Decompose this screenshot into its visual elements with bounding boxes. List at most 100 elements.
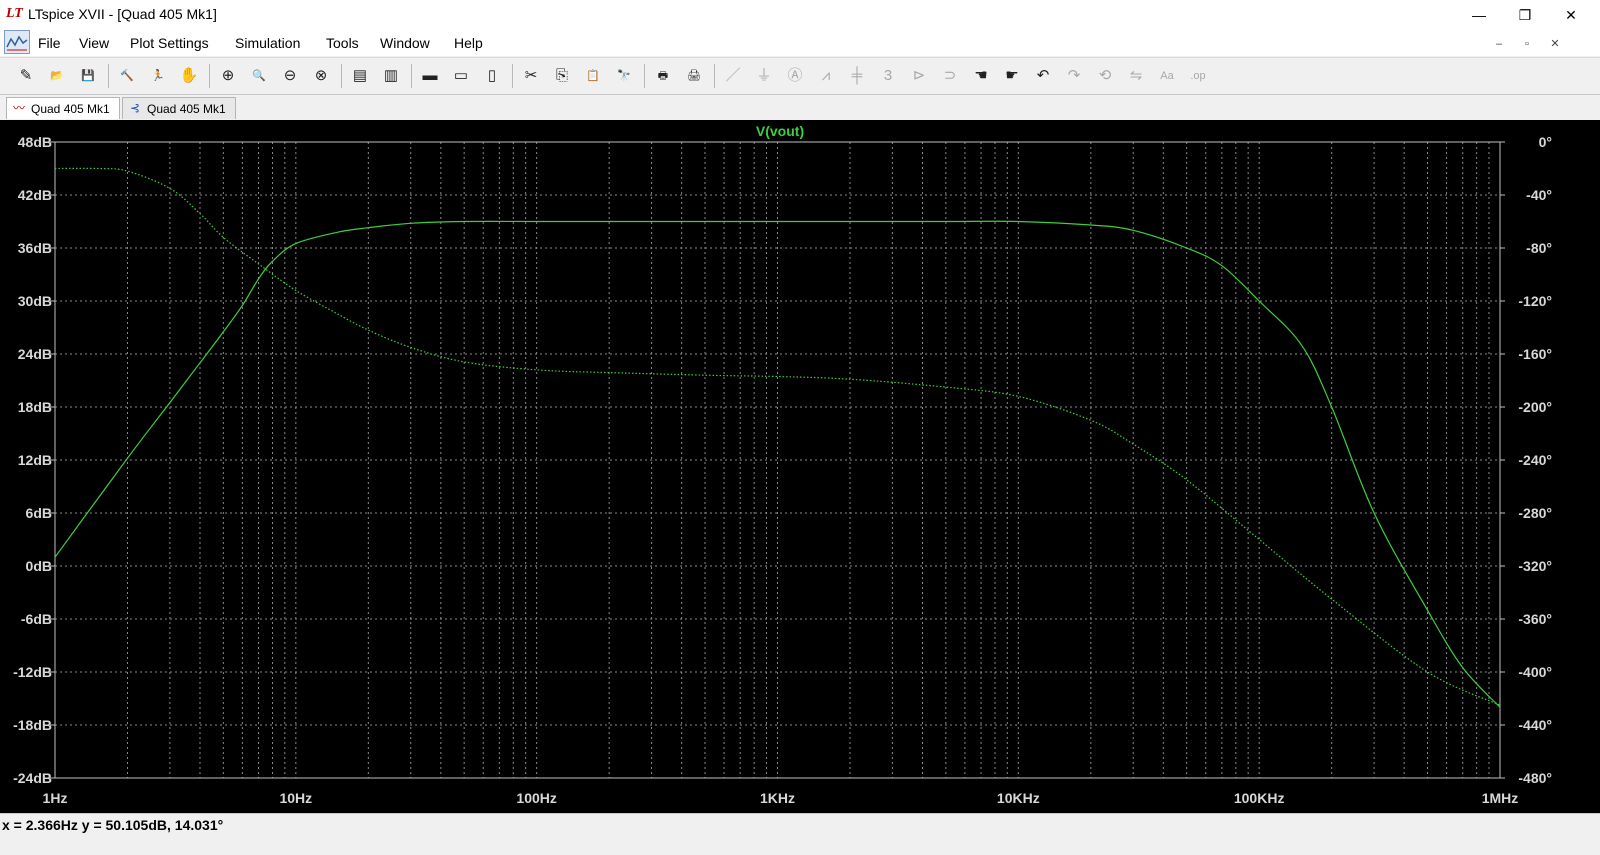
zoom-fit-icon[interactable]: ⊗ [309, 64, 333, 88]
status-bar: x = 2.366Hz y = 50.105dB, 14.031° [0, 813, 1600, 855]
cascade-icon[interactable]: ▭ [449, 64, 473, 88]
open-folder-icon[interactable]: 📂 [45, 64, 69, 88]
text-icon[interactable]: Aa [1155, 64, 1179, 88]
right-axis-tick-label: -40° [1526, 187, 1552, 203]
left-axis-tick-label: 36dB [18, 240, 52, 256]
ground-icon[interactable]: ⏚ [752, 64, 776, 88]
left-axis-tick-label: 6dB [26, 505, 52, 521]
move-icon[interactable]: ☚ [969, 64, 993, 88]
undo-icon[interactable]: ↶ [1031, 64, 1055, 88]
tab-label: Quad 405 Mk1 [31, 102, 110, 116]
tab-schematic[interactable]: ⊰ Quad 405 Mk1 [122, 97, 236, 119]
redo-icon[interactable]: ↷ [1062, 64, 1086, 88]
zoom-in-icon[interactable]: ⊕ [216, 64, 240, 88]
rotate-icon[interactable]: ⟲ [1093, 64, 1117, 88]
inductor-icon[interactable]: 3 [876, 64, 900, 88]
capacitor-icon[interactable]: ╪ [845, 64, 869, 88]
menu-help[interactable]: Help [454, 35, 483, 51]
toolbar-separator [644, 64, 645, 88]
tab-label: Quad 405 Mk1 [147, 102, 226, 116]
left-axis-tick-label: 30dB [18, 293, 52, 309]
tile-horizontal-icon[interactable]: ▬ [418, 64, 442, 88]
window-title: LTspice XVII - [Quad 405 Mk1] [28, 6, 217, 22]
close-button[interactable]: ✕ [1548, 0, 1594, 30]
autorange-icon[interactable]: ▤ [348, 64, 372, 88]
print-icon[interactable]: 🖶 [651, 64, 675, 88]
tab-waveform[interactable]: 〰 Quad 405 Mk1 [6, 97, 120, 119]
x-axis-tick-label: 1KHz [760, 790, 795, 806]
toolbar-separator [341, 64, 342, 88]
toolbar-separator [714, 64, 715, 88]
zoom-back-icon[interactable]: ⊖ [278, 64, 302, 88]
schematic-icon: ⊰ [129, 101, 141, 115]
menu-simulation[interactable]: Simulation [235, 35, 300, 51]
trace-title[interactable]: V(vout) [756, 123, 804, 139]
spice-directive-icon[interactable]: .op [1186, 64, 1210, 88]
minimize-button[interactable]: — [1456, 0, 1502, 30]
left-axis-tick-label: 48dB [18, 134, 52, 150]
right-axis-tick-label: -400° [1518, 664, 1552, 680]
left-axis-tick-label: 18dB [18, 399, 52, 415]
menu-tools[interactable]: Tools [326, 35, 359, 51]
mirror-icon[interactable]: ⇋ [1124, 64, 1148, 88]
control-panel-icon[interactable]: 🔨 [115, 64, 139, 88]
restore-button[interactable]: ❐ [1502, 0, 1548, 30]
left-axis-tick-label: -6dB [21, 611, 52, 627]
ltspice-logo-icon: LT [6, 6, 23, 21]
right-axis-tick-label: 0° [1539, 134, 1552, 150]
left-axis-tick-label: 24dB [18, 346, 52, 362]
toolbar-separator [108, 64, 109, 88]
wire-icon[interactable]: ／ [721, 64, 745, 88]
mdi-minimize-button[interactable]: – [1490, 36, 1508, 52]
menu-view[interactable]: View [79, 35, 109, 51]
component-icon[interactable]: ⊃ [938, 64, 962, 88]
paste-icon[interactable]: 📋 [581, 64, 605, 88]
cursor-readout: x = 2.366Hz y = 50.105dB, 14.031° [2, 817, 224, 833]
toolbar-separator [411, 64, 412, 88]
x-axis-tick-label: 10KHz [997, 790, 1040, 806]
menu-window[interactable]: Window [380, 35, 430, 51]
toolbar: ✎ 📂 💾 🔨 🏃 ✋ ⊕ 🔍 ⊖ ⊗ ▤ ▥ ▬ ▭ ▯ ✂ ⎘ 📋 🔭 🖶 🖨 ／ ⏚ Ⓐ ⩘ ╪ 3 ⊳ ⊃ ☚ ☛ ↶ ↷ ⟲ ⇋ Aa .op [0, 57, 1600, 95]
right-axis-tick-label: -200° [1518, 399, 1552, 415]
left-axis-tick-label: -18dB [13, 717, 52, 733]
bode-plot[interactable]: -24dB -18dB -12dB -6dB 0dB 6dB 12dB 18dB 24dB 30d… [0, 120, 1600, 813]
x-axis-tick-label: 100KHz [1234, 790, 1285, 806]
diode-icon[interactable]: ⊳ [907, 64, 931, 88]
left-axis-tick-label: 12dB [18, 452, 52, 468]
resistor-icon[interactable]: ⩘ [814, 64, 838, 88]
left-axis-tick-label: -24dB [13, 770, 52, 786]
mdi-restore-button[interactable]: ▫ [1518, 36, 1536, 52]
cut-icon[interactable]: ✂ [519, 64, 543, 88]
right-axis-tick-label: -280° [1518, 505, 1552, 521]
right-axis-tick-label: -320° [1518, 558, 1552, 574]
waveform-window-icon[interactable] [4, 30, 30, 54]
tile-vertical-icon[interactable]: ▯ [480, 64, 504, 88]
save-icon[interactable]: 💾 [76, 64, 100, 88]
find-icon[interactable]: 🔭 [612, 64, 636, 88]
right-axis-tick-label: -80° [1526, 240, 1552, 256]
halt-icon[interactable]: ✋ [177, 64, 201, 88]
waveform-plot-pane[interactable]: -24dB -18dB -12dB -6dB 0dB 6dB 12dB 18dB 24dB 30d… [0, 120, 1600, 813]
drag-icon[interactable]: ☛ [1000, 64, 1024, 88]
fft-icon[interactable]: ▥ [379, 64, 403, 88]
x-axis-tick-label: 10Hz [279, 790, 312, 806]
title-bar: LT LTspice XVII - [Quad 405 Mk1] — ❐ ✕ [0, 0, 1600, 30]
right-axis-tick-label: -360° [1518, 611, 1552, 627]
label-icon[interactable]: Ⓐ [783, 64, 807, 88]
x-axis-tick-label: 100Hz [516, 790, 556, 806]
left-axis-tick-label: -12dB [13, 664, 52, 680]
menu-bar: File View Plot Settings Simulation Tools… [0, 30, 1600, 56]
new-schematic-icon[interactable]: ✎ [14, 64, 38, 88]
menu-file[interactable]: File [38, 35, 61, 51]
run-icon[interactable]: 🏃 [146, 64, 170, 88]
mdi-close-button[interactable]: ✕ [1546, 36, 1564, 52]
copy-icon[interactable]: ⎘ [550, 64, 574, 88]
menu-plot-settings[interactable]: Plot Settings [130, 35, 209, 51]
zoom-out-icon[interactable]: 🔍 [247, 64, 271, 88]
x-axis-tick-label: 1MHz [1482, 790, 1519, 806]
left-axis-tick-label: 0dB [26, 558, 52, 574]
right-axis-tick-label: -440° [1518, 717, 1552, 733]
right-axis-tick-label: -240° [1518, 452, 1552, 468]
print-preview-icon[interactable]: 🖨 [682, 64, 706, 88]
right-axis-tick-label: -160° [1518, 346, 1552, 362]
